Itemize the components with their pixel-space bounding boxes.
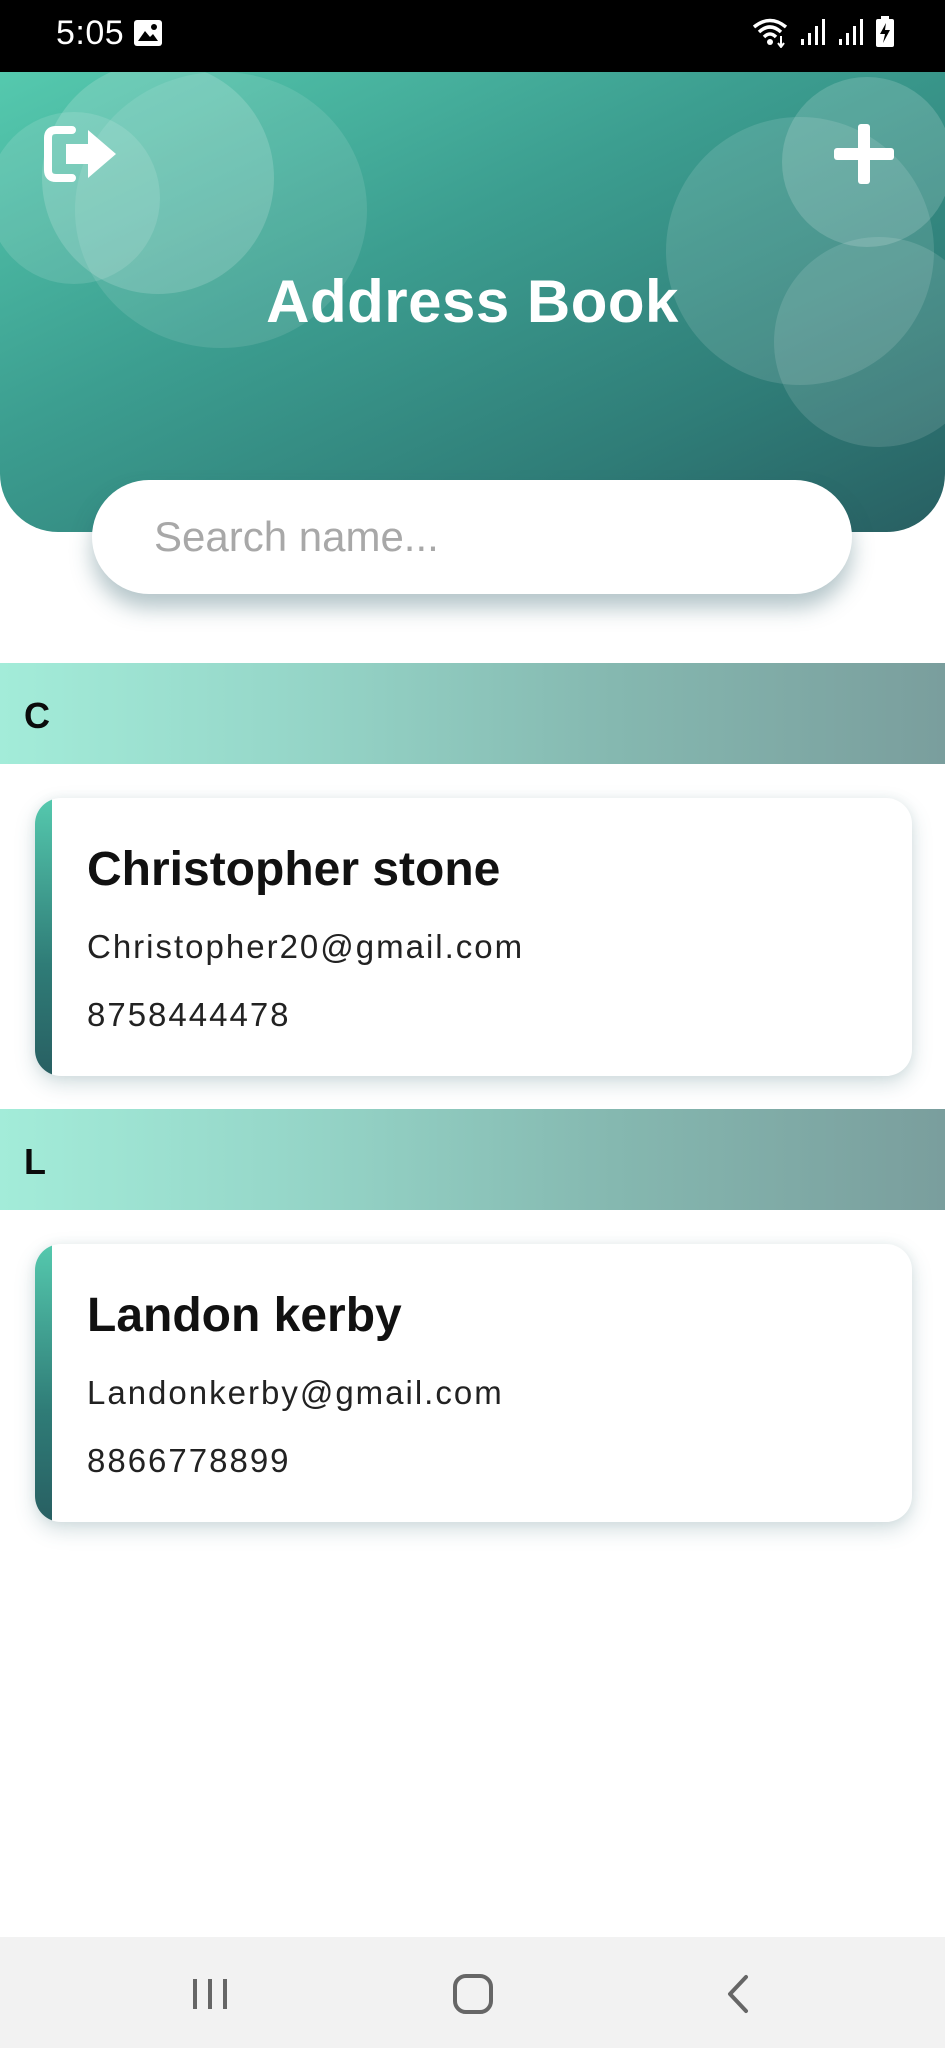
search-bar bbox=[92, 480, 852, 594]
status-bar: 5:05 bbox=[0, 0, 945, 72]
section-header-l: L bbox=[0, 1109, 945, 1210]
status-icons bbox=[751, 16, 895, 48]
logout-icon[interactable] bbox=[44, 124, 120, 184]
home-icon[interactable] bbox=[443, 1971, 503, 2017]
page-title: Address Book bbox=[266, 268, 679, 335]
gallery-icon bbox=[134, 20, 162, 46]
address-book-screen: 5:05 Address Book Search name... C Chris… bbox=[0, 0, 945, 2048]
navigation-bar bbox=[0, 1937, 945, 2048]
contact-phone: 8758444478 bbox=[87, 996, 291, 1033]
card-accent bbox=[35, 798, 52, 1076]
signal-icon bbox=[801, 19, 825, 45]
header: Address Book bbox=[0, 72, 945, 532]
battery-charging-icon bbox=[876, 16, 894, 47]
contact-phone: 8866778899 bbox=[87, 1442, 291, 1479]
card-accent bbox=[35, 1244, 52, 1522]
back-icon[interactable] bbox=[708, 1971, 768, 2017]
contact-card[interactable]: Landon kerby Landonkerby@gmail.com 88667… bbox=[35, 1244, 912, 1522]
recents-icon[interactable] bbox=[180, 1971, 240, 2017]
status-time: 5:05 bbox=[56, 14, 125, 52]
plus-icon[interactable] bbox=[830, 120, 898, 188]
section-header-c: C bbox=[0, 663, 945, 764]
contact-email: Christopher20@gmail.com bbox=[87, 928, 525, 965]
contact-email: Landonkerby@gmail.com bbox=[87, 1374, 504, 1411]
section-letter: C bbox=[24, 695, 50, 736]
signal-icon bbox=[839, 19, 863, 45]
contact-name: Christopher stone bbox=[87, 843, 501, 896]
search-input[interactable] bbox=[154, 480, 814, 594]
contact-name: Landon kerby bbox=[87, 1289, 402, 1342]
wifi-icon bbox=[752, 18, 788, 48]
contact-card[interactable]: Christopher stone Christopher20@gmail.co… bbox=[35, 798, 912, 1076]
section-letter: L bbox=[24, 1141, 46, 1182]
